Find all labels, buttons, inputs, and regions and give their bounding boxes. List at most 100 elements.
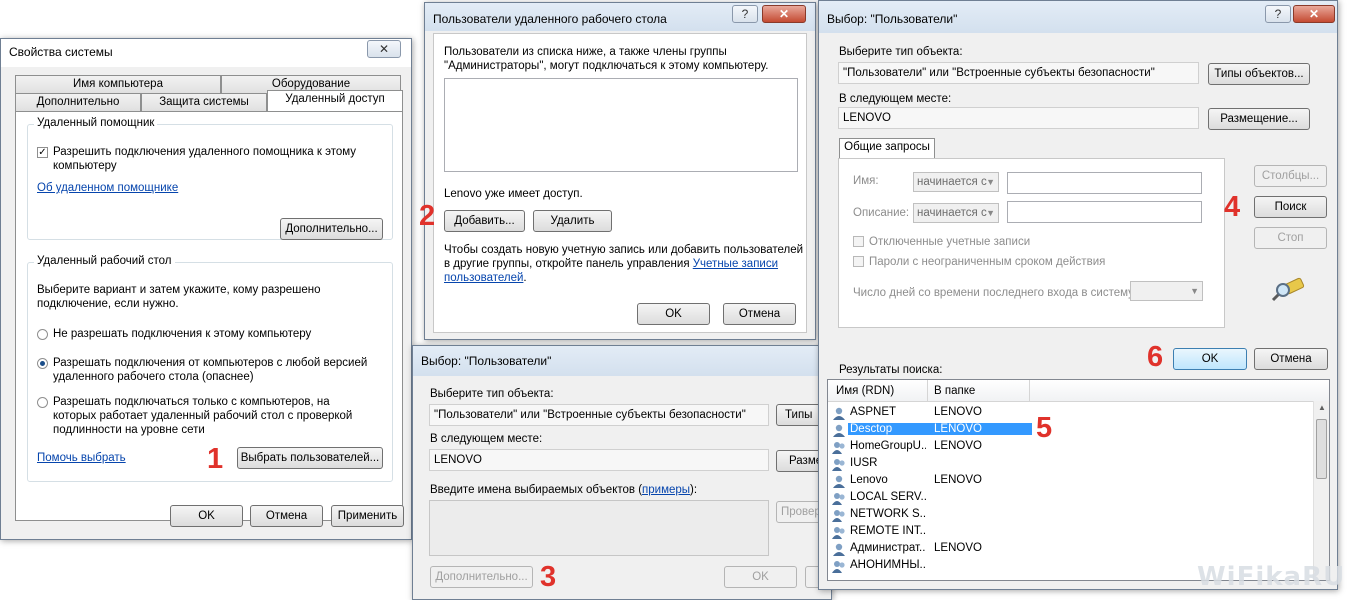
column-header-name[interactable]: Имя (RDN) [836,384,894,398]
column-header-folder[interactable]: В папке [934,384,975,398]
apply-button[interactable]: Применить [331,505,404,527]
help-button[interactable]: ? [1265,5,1291,23]
column-divider [1029,380,1030,401]
radio-any-version-label: Разрешать подключения от компьютеров с л… [53,357,368,383]
tab-common-queries[interactable]: Общие запросы [839,138,935,159]
days-since-login-combo[interactable]: ▼ [1130,281,1203,301]
cancel-button[interactable]: Отмена [250,505,323,527]
search-button[interactable]: Поиск [1254,196,1327,218]
examples-link[interactable]: примеры [642,484,690,496]
result-row[interactable]: IUSR [828,456,1313,473]
user-icon [833,543,845,556]
tab-system-protection[interactable]: Защита системы [141,93,267,111]
group-icon [832,493,845,505]
result-row[interactable]: Администрат... LENOVO [828,541,1313,558]
result-row[interactable]: HomeGroupU... LENOVO [828,439,1313,456]
result-row[interactable]: ASPNET LENOVO [828,405,1313,422]
result-folder: LENOVO [934,542,982,554]
user-icon [833,475,845,488]
remote-desktop-intro: Выберите вариант и затем укажите, кому р… [37,284,321,310]
name-input[interactable] [1007,172,1202,194]
remove-button[interactable]: Удалить [533,210,612,232]
help-choose-link[interactable]: Помочь выбрать [37,451,126,465]
ok-button[interactable]: OK [637,303,710,325]
step-marker-5: 5 [1036,412,1053,444]
ok-button[interactable]: OK [170,505,243,527]
note-end: . [523,272,527,284]
select-users-button[interactable]: Выбрать пользователей... [237,447,383,469]
remote-desktop-users-window: Пользователи удаленного рабочего стола ?… [424,2,816,340]
results-header: Имя (RDN) В папке [828,380,1329,402]
radio-nla-only[interactable] [37,397,48,408]
access-status: Lenovo уже имеет доступ. [444,188,583,200]
columns-button[interactable]: Столбцы... [1254,165,1327,187]
column-divider [927,380,928,401]
result-name: АНОНИМНЫ... [850,559,926,571]
radio-any-version[interactable] [37,358,48,369]
location-label: В следующем месте: [839,93,952,105]
result-folder: LENOVO [934,406,982,418]
scroll-thumb[interactable] [1316,419,1327,479]
description-condition-combo[interactable]: начинается с ▼ [913,203,999,223]
names-textbox[interactable] [429,500,769,556]
common-queries-panel: Имя: начинается с ▼ Описание: начинается … [838,158,1225,328]
description-label: Описание: [853,207,910,219]
group-icon [832,527,845,539]
help-button[interactable]: ? [732,5,758,23]
result-name: Lenovo [850,474,888,486]
chevron-down-icon: ▼ [1190,286,1199,296]
remote-assistance-checkbox[interactable]: ✓ [37,147,48,158]
ok-button[interactable]: OK [1173,348,1247,370]
combo-value: начинается с [917,207,987,219]
tab-remote-access[interactable]: Удаленный доступ [267,90,403,111]
tab-computer-name[interactable]: Имя компьютера [15,75,221,93]
add-button[interactable]: Добавить... [444,210,525,232]
group-icon [832,561,845,573]
system-properties-window: Свойства системы ✕ Имя компьютера Оборуд… [0,38,412,540]
name-condition-combo[interactable]: начинается с ▼ [913,172,999,192]
search-results-label: Результаты поиска: [839,364,943,376]
search-results-list[interactable]: Имя (RDN) В папке ASPNET LENOVO Desctop LE… [827,379,1330,581]
chevron-down-icon: ▼ [986,208,995,218]
tab-advanced[interactable]: Дополнительно [15,93,141,111]
chevron-down-icon: ▼ [986,177,995,187]
rdu-description: Пользователи из списка ниже, а также чле… [444,46,769,72]
scroll-up-arrow-icon[interactable]: ▲ [1318,403,1326,412]
close-button[interactable]: ✕ [1293,5,1335,23]
results-rows: ASPNET LENOVO Desctop LENOVO HomeGroupU...… [828,405,1313,580]
object-type-label: Выберите тип объекта: [839,46,963,58]
disabled-accounts-checkbox[interactable] [853,236,864,247]
window-title: Свойства системы [9,45,113,59]
users-listbox[interactable] [444,78,798,172]
result-name: REMOTE INT... [850,525,926,537]
close-button[interactable]: ✕ [762,5,806,23]
cancel-button[interactable]: Отмена [1254,348,1328,370]
nonexpiring-passwords-checkbox[interactable] [853,256,864,267]
group-icon [832,459,845,471]
results-scrollbar[interactable]: ▲ [1313,401,1329,580]
advanced-button[interactable]: Дополнительно... [430,566,533,588]
object-types-button[interactable]: Типы объектов... [1208,63,1310,85]
result-row[interactable]: NETWORK S... [828,507,1313,524]
locations-button[interactable]: Размещение... [1208,108,1310,130]
nonexpiring-passwords-label: Пароли с неограниченным сроком действия [869,256,1106,268]
stop-button[interactable]: Стоп [1254,227,1327,249]
about-remote-assistance-link[interactable]: Об удаленном помощнике [37,181,178,195]
radio-no-connections[interactable] [37,329,48,340]
result-row-selected[interactable]: Desctop LENOVO [828,422,1313,439]
group-label: Удаленный помощник [34,117,158,129]
result-name: ASPNET [850,406,897,418]
result-name: HomeGroupU... [850,440,926,452]
window-title: Выбор: "Пользователи" [421,354,552,368]
ok-button[interactable]: OK [724,566,797,588]
location-label: В следующем месте: [430,433,543,445]
description-input[interactable] [1007,201,1202,223]
cancel-button[interactable]: Отмена [723,303,796,325]
result-row[interactable]: Lenovo LENOVO [828,473,1313,490]
ra-advanced-button[interactable]: Дополнительно... [280,218,383,240]
result-row[interactable]: REMOTE INT... [828,524,1313,541]
close-icon: ✕ [778,7,790,21]
result-row[interactable]: LOCAL SERV... [828,490,1313,507]
window-title: Пользователи удаленного рабочего стола [433,12,667,26]
close-button[interactable]: ✕ [367,40,401,58]
